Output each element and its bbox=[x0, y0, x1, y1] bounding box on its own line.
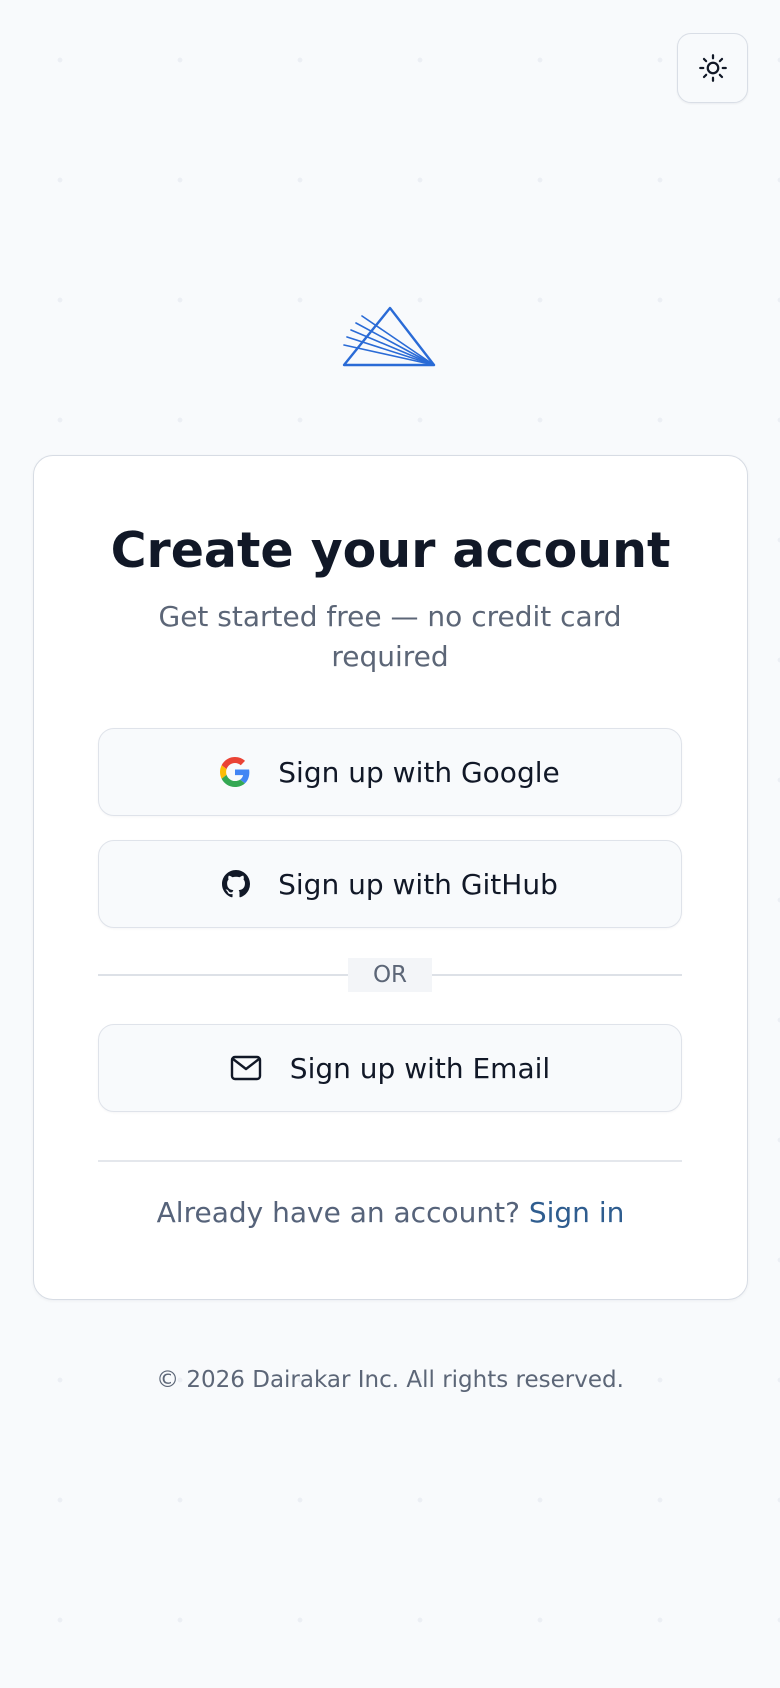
page-title: Create your account bbox=[110, 522, 671, 579]
google-signup-label: Sign up with Google bbox=[278, 755, 560, 789]
google-icon bbox=[220, 757, 250, 787]
github-signup-button[interactable]: Sign up with GitHub bbox=[98, 840, 682, 928]
github-signup-label: Sign up with GitHub bbox=[278, 867, 558, 901]
signin-prompt-row: Already have an account? Sign in bbox=[33, 1193, 748, 1233]
page-subtitle: Get started free — no credit card requir… bbox=[158, 600, 622, 673]
signin-prompt-text: Already have an account? bbox=[156, 1196, 529, 1229]
theme-toggle-button[interactable] bbox=[677, 33, 748, 103]
signin-link[interactable]: Sign in bbox=[529, 1196, 625, 1229]
brand-logo bbox=[340, 300, 440, 372]
card-separator bbox=[98, 1160, 682, 1162]
or-divider-label: OR bbox=[348, 958, 432, 992]
footer-copyright: © 2026 Dairakar Inc. All rights reserved… bbox=[156, 1367, 624, 1393]
email-signup-label: Sign up with Email bbox=[289, 1051, 551, 1085]
mail-icon bbox=[230, 1055, 262, 1081]
sun-icon bbox=[698, 53, 728, 83]
email-signup-button[interactable]: Sign up with Email bbox=[98, 1024, 682, 1112]
google-signup-button[interactable]: Sign up with Google bbox=[98, 728, 682, 816]
github-icon bbox=[222, 870, 251, 898]
